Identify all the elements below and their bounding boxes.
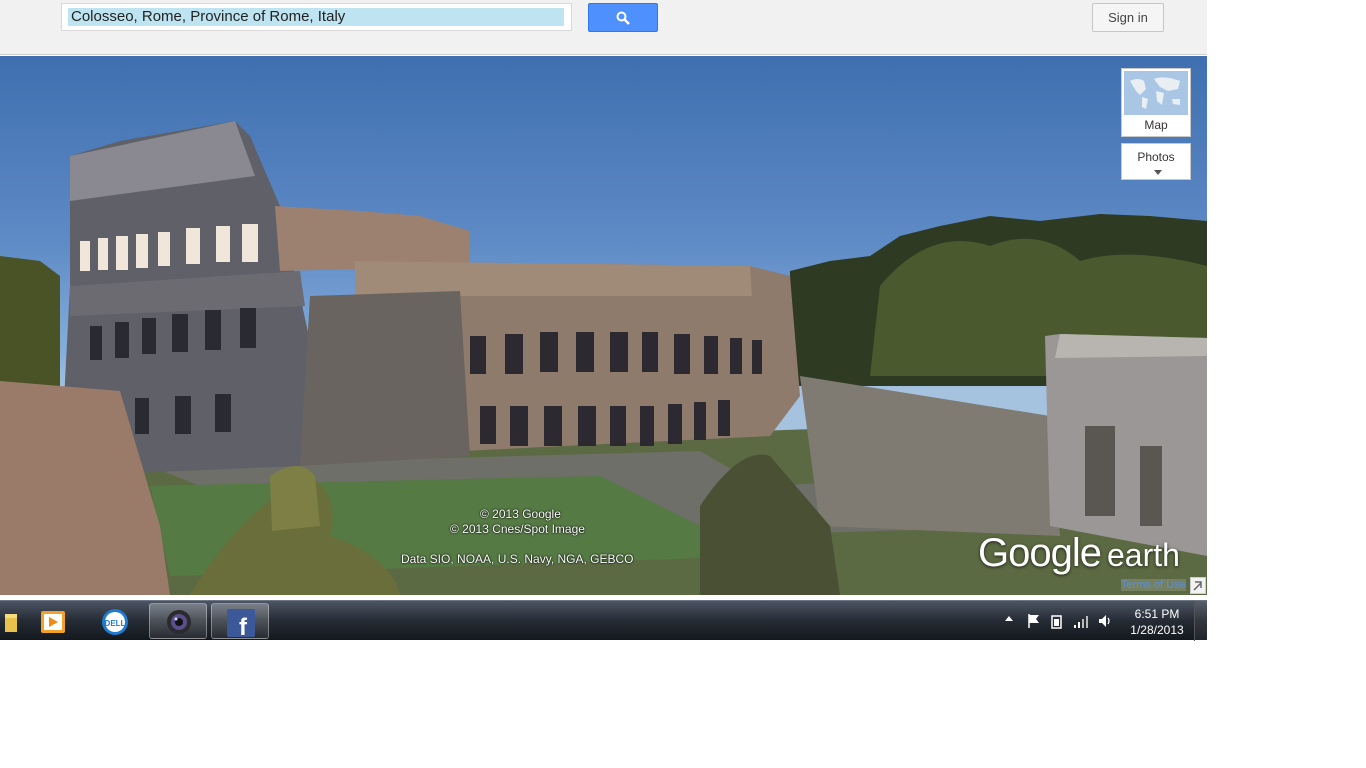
photos-label: Photos	[1137, 150, 1175, 164]
photos-layer-button[interactable]: Photos	[1121, 143, 1191, 180]
battery-icon[interactable]	[1049, 613, 1065, 629]
terms-of-use-link[interactable]: Terms of Use	[1121, 579, 1186, 591]
svg-text:DELL: DELL	[105, 619, 126, 628]
search-icon	[616, 11, 630, 25]
volume-icon[interactable]	[1097, 613, 1113, 629]
show-hidden-icons-icon[interactable]	[1004, 613, 1014, 625]
data-sources: Data SIO, NOAA, U.S. Navy, NGA, GEBCO	[401, 552, 634, 566]
action-center-flag-icon[interactable]	[1026, 613, 1042, 629]
media-player-icon[interactable]	[24, 603, 82, 639]
map-label: Map	[1144, 118, 1168, 132]
system-clock[interactable]: 6:51 PM 1/28/2013	[1122, 606, 1192, 638]
copyright-google: © 2013 Google	[480, 507, 561, 521]
search-query-text[interactable]: Colosseo, Rome, Province of Rome, Italy	[68, 8, 564, 26]
search-button[interactable]	[588, 3, 658, 32]
copyright-cnes: © 2013 Cnes/Spot Image	[450, 522, 585, 536]
sign-in-button[interactable]: Sign in	[1092, 3, 1164, 32]
dell-icon[interactable]: DELL	[86, 603, 144, 639]
logo-google-text: Google	[978, 531, 1102, 575]
show-desktop-button[interactable]	[1194, 601, 1208, 641]
chevron-down-icon[interactable]	[1154, 170, 1162, 175]
logo-earth-text: earth	[1106, 537, 1180, 573]
expand-icon[interactable]	[1190, 577, 1206, 594]
colosseum-scene	[0, 121, 1207, 595]
clock-date: 1/28/2013	[1130, 623, 1184, 637]
svg-text:f: f	[239, 614, 248, 637]
facebook-icon[interactable]: f	[211, 603, 269, 639]
search-header: Colosseo, Rome, Province of Rome, Italy …	[0, 0, 1207, 55]
map-layer-button[interactable]: Map	[1121, 68, 1191, 137]
google-earth-logo: Google earth	[978, 531, 1180, 576]
windows-taskbar: DELL f 6:51 PM 1/28/2013	[0, 600, 1208, 641]
world-map-thumbnail	[1124, 71, 1188, 115]
clock-time: 6:51 PM	[1134, 607, 1180, 621]
search-input[interactable]: Colosseo, Rome, Province of Rome, Italy	[61, 3, 572, 31]
webcam-icon[interactable]	[149, 603, 207, 639]
network-signal-icon[interactable]	[1073, 613, 1089, 629]
earth-3d-view[interactable]: Map Photos © 2013 Google © 2013 Cnes/Spo…	[0, 56, 1207, 595]
